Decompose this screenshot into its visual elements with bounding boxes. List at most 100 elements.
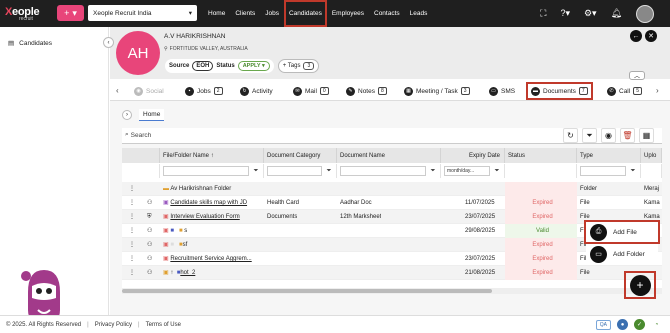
column-header-name[interactable]: File/Folder Name ↑ xyxy=(160,148,264,163)
toolbar-icons: ↻ ⏷ ◉ 🗑︎ ▦ xyxy=(563,128,654,143)
filter-icon[interactable]: ⏷ xyxy=(251,166,261,176)
tab-activity[interactable]: ↻ Activity xyxy=(240,84,273,98)
eye-icon[interactable]: ◉ xyxy=(601,128,616,143)
source-value[interactable]: EOH xyxy=(192,61,214,71)
row-menu-icon[interactable]: ⋮ xyxy=(126,252,135,266)
table-row[interactable]: ⋮ ⛨ ▣ Interview Evaluation Form Document… xyxy=(122,210,662,224)
file-name-cell[interactable]: ▣ Interview Evaluation Form xyxy=(160,210,264,224)
add-fab-button[interactable]: + xyxy=(624,271,656,299)
row-menu-icon[interactable]: ⋮ xyxy=(126,182,135,196)
file-name-cell[interactable]: ▣ Candidate skills map with JD xyxy=(160,196,264,210)
tab-mail[interactable]: ✉ Mail 0 xyxy=(293,84,329,98)
column-header-upload[interactable]: Uplo xyxy=(641,148,662,163)
column-header-status[interactable]: Status xyxy=(505,148,577,163)
sidebar-collapse-button[interactable]: ‹ xyxy=(103,37,114,48)
share-icon[interactable]: ⚇ xyxy=(144,266,152,280)
column-header-expiry[interactable]: Expiry Date xyxy=(441,148,505,163)
shield-icon[interactable]: ⛨ xyxy=(144,210,152,224)
refresh-icon[interactable]: ↻ xyxy=(563,128,578,143)
search-input[interactable]: ⌕ Search xyxy=(125,131,151,139)
file-name-cell[interactable]: ▣ ■ ■sf xyxy=(160,238,264,252)
bell-icon[interactable]: 🔔︎ xyxy=(611,8,622,19)
gear-icon[interactable]: ⚙▾ xyxy=(584,8,597,19)
nav-candidates[interactable]: Candidates xyxy=(283,0,327,27)
status-dropdown[interactable]: APPLY ▾ xyxy=(237,61,270,71)
grid-view-icon[interactable]: ▦ xyxy=(639,128,654,143)
tab-documents[interactable]: ▬ Documents 7 xyxy=(526,82,593,100)
add-folder-button[interactable]: ▭ Add Folder xyxy=(586,244,658,264)
breadcrumb-home[interactable]: Home xyxy=(139,109,165,121)
row-menu-icon[interactable]: ⋮ xyxy=(126,224,135,238)
filter-icon[interactable]: ⏷ xyxy=(324,166,334,176)
share-icon[interactable]: ⚇ xyxy=(144,252,152,266)
column-header-document-name[interactable]: Document Name xyxy=(337,148,441,163)
column-header-type[interactable]: Type xyxy=(577,148,641,163)
horizontal-scrollbar[interactable] xyxy=(122,288,662,294)
file-name-cell[interactable]: ▣ Recruitment Service Aggrem... xyxy=(160,252,264,266)
nav-clients[interactable]: Clients xyxy=(230,0,260,27)
activity-icon: ↻ xyxy=(240,86,249,96)
row-menu-icon[interactable]: ⋮ xyxy=(126,266,135,280)
tab-social[interactable]: ◉ Social xyxy=(134,84,164,98)
terms-link[interactable]: Terms of Use xyxy=(146,322,181,328)
table-row[interactable]: ⋮ ⚇ ▣ Candidate skills map with JD Healt… xyxy=(122,196,662,210)
map-pin-icon: ⚲ xyxy=(164,46,168,52)
filter-icon[interactable]: ⏷ xyxy=(492,166,502,176)
tags-button[interactable]: + Tags 3 xyxy=(277,59,320,73)
add-file-button[interactable]: ⎙ Add File xyxy=(584,220,660,244)
organization-select[interactable]: Xeople Recruit India ▾ xyxy=(88,5,197,21)
file-name-cell[interactable]: ▬ Av Harikrishnan Folder xyxy=(160,182,264,196)
privacy-link[interactable]: Privacy Policy xyxy=(95,322,132,328)
tab-sms[interactable]: ▭ SMS xyxy=(489,84,515,98)
filter-name-input[interactable] xyxy=(163,166,249,176)
row-menu-icon[interactable]: ⋮ xyxy=(126,210,135,224)
filter-type-input[interactable] xyxy=(580,166,626,176)
tab-jobs[interactable]: ▪ Jobs 2 xyxy=(185,84,223,98)
sidebar-item-candidates[interactable]: ▤ Candidates xyxy=(8,39,52,48)
top-navbar: Xeople recruit + ▾ Xeople Recruit India ▾ … xyxy=(0,0,670,27)
nav-contacts[interactable]: Contacts xyxy=(369,0,405,27)
share-icon[interactable]: ⚇ xyxy=(144,196,152,210)
share-icon[interactable]: ⚇ xyxy=(144,224,152,238)
column-header-category[interactable]: Document Category xyxy=(264,148,337,163)
xeople-logo[interactable]: Xeople recruit xyxy=(0,0,48,27)
table-row[interactable]: ⋮ ⚇ ▣ ■ ■sf Expired File xyxy=(122,238,662,252)
table-row[interactable]: ⋮ ⚇ ▣ Recruitment Service Aggrem... 23/0… xyxy=(122,252,662,266)
tabs-scroll-right-icon[interactable]: › xyxy=(656,86,659,95)
nav-home[interactable]: Home xyxy=(203,0,230,27)
file-name-cell[interactable]: ▣ ↑ ■hot_2 xyxy=(160,266,264,280)
tab-notes[interactable]: ✎ Notes 8 xyxy=(346,84,387,98)
filter-category-input[interactable] xyxy=(267,166,322,176)
table-row[interactable]: ⋮ ⚇ ▣ ■ ■ s 29/08/2025 Valid File xyxy=(122,224,662,238)
filter-expiry-input[interactable]: month/day... xyxy=(444,166,490,176)
check-icon[interactable]: ✓ xyxy=(634,319,645,330)
tab-call[interactable]: ✆ Call 5 xyxy=(607,84,642,98)
nav-leads[interactable]: Leads xyxy=(405,0,433,27)
file-name-cell[interactable]: ▣ ■ ■ s xyxy=(160,224,264,238)
row-menu-icon[interactable]: ⋮ xyxy=(126,196,135,210)
nav-employees[interactable]: Employees xyxy=(327,0,369,27)
filter-icon[interactable]: ⏷ xyxy=(428,166,438,176)
row-menu-icon[interactable]: ⋮ xyxy=(126,238,135,252)
table-row[interactable]: ⋮ ⚇ ▣ ↑ ■hot_2 21/08/2025 Expired File xyxy=(122,266,662,280)
tabs-scroll-left-icon[interactable]: ‹ xyxy=(116,86,119,95)
tab-meeting-task[interactable]: ▦ Meeting / Task 3 xyxy=(404,84,470,98)
user-icon[interactable]: ● xyxy=(617,319,628,330)
collapse-header-button[interactable]: ︿ xyxy=(629,71,645,80)
help-icon[interactable]: ?▾ xyxy=(560,8,570,19)
breadcrumb-expand-icon[interactable]: › xyxy=(122,110,132,120)
fullscreen-icon[interactable]: ⛶ xyxy=(540,8,546,19)
table-row[interactable]: ⋮ ▬ Av Harikrishnan Folder Folder Meraj xyxy=(122,182,662,196)
scrollbar-thumb[interactable] xyxy=(122,289,492,293)
filter-document-input[interactable] xyxy=(340,166,426,176)
qa-badge[interactable]: QA xyxy=(595,319,611,330)
nav-jobs[interactable]: Jobs xyxy=(260,0,284,27)
close-icon[interactable]: ✕ xyxy=(645,30,657,42)
filter-icon[interactable]: ⏷ xyxy=(628,166,638,176)
back-arrow-icon[interactable]: ← xyxy=(630,30,642,42)
trash-icon[interactable]: 🗑︎ xyxy=(620,128,635,143)
share-icon[interactable]: ⚇ xyxy=(144,238,152,252)
user-avatar[interactable] xyxy=(636,4,654,23)
quick-add-button[interactable]: + ▾ xyxy=(57,5,84,21)
filter-icon[interactable]: ⏷ xyxy=(582,128,597,143)
